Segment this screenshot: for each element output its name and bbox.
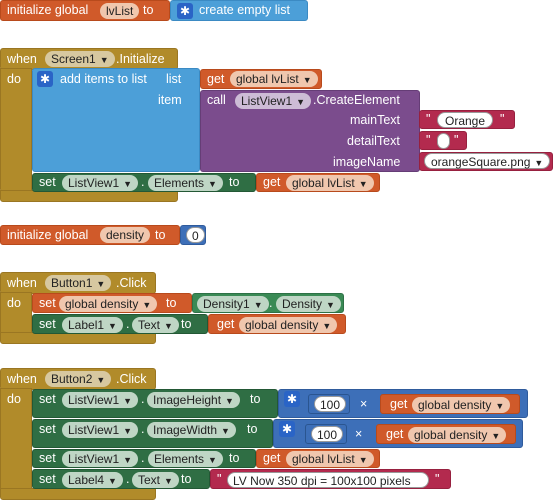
init-global-label: initialize global (7, 3, 89, 17)
do-label: do (7, 72, 21, 86)
to-label: to (229, 451, 240, 465)
set-label: set (39, 392, 56, 406)
dot-label: . (141, 422, 145, 436)
quote-close: " (500, 112, 505, 126)
global-lvlist-dropdown[interactable]: global lvList ▼ (286, 175, 374, 191)
set-label: set (39, 317, 56, 331)
empty-text-field[interactable] (437, 133, 450, 149)
detailtext-label: detailText (347, 134, 400, 148)
orange-text-field[interactable]: Orange (437, 112, 493, 128)
global-density-dropdown[interactable]: global density ▼ (408, 427, 507, 443)
listview1-dropdown[interactable]: ListView1 ▼ (62, 392, 139, 408)
quote-open: " (426, 112, 431, 126)
set-label: set (39, 472, 56, 486)
dot-label: . (141, 175, 145, 189)
event-name: .Click (116, 372, 147, 386)
add-items-label: add items to list (60, 72, 147, 86)
number-100-field[interactable]: 100 (311, 426, 344, 442)
maintext-label: mainText (350, 113, 401, 127)
global-density-dropdown[interactable]: global density ▼ (239, 317, 338, 333)
quote-open: " (426, 133, 431, 147)
create-element-label: .CreateElement (313, 93, 400, 107)
global-lvlist-dropdown[interactable]: global lvList ▼ (230, 71, 318, 87)
quote-close: " (435, 472, 440, 486)
event-name: .Initialize (116, 52, 165, 66)
number-zero-field[interactable]: 0 (186, 227, 205, 243)
when-label: when (7, 52, 37, 66)
to-label: to (181, 317, 192, 331)
get-label: get (263, 175, 281, 189)
set-label: set (39, 422, 56, 436)
global-density-dropdown[interactable]: global density ▼ (59, 296, 158, 312)
button1-dropdown[interactable]: Button1 ▼ (45, 275, 112, 291)
get-label: get (386, 427, 404, 441)
var-name-density[interactable]: density (100, 227, 151, 243)
listview1-dropdown[interactable]: ListView1 ▼ (235, 93, 312, 109)
to-label: to (247, 422, 258, 436)
text-prop-dropdown[interactable]: Text ▼ (132, 472, 179, 488)
dot-label: . (269, 296, 273, 310)
elements-dropdown[interactable]: Elements ▼ (148, 451, 223, 467)
to-label: to (181, 472, 192, 486)
dot-label: . (126, 472, 130, 486)
gear-icon[interactable]: ✱ (37, 71, 53, 87)
var-name-lvlist[interactable]: lvList (100, 3, 140, 19)
init-global-label: initialize global (7, 228, 89, 242)
to-label: to (250, 392, 261, 406)
button2-dropdown[interactable]: Button2 ▼ (45, 371, 112, 387)
event-name: .Click (116, 276, 147, 290)
when-label: when (7, 372, 37, 386)
density1-dropdown[interactable]: Density1 ▼ (197, 296, 269, 312)
quote-close: " (454, 133, 459, 147)
dot-label: . (141, 451, 145, 465)
string-field[interactable]: LV Now 350 dpi = 100x100 pixels (227, 472, 429, 488)
get-label: get (217, 317, 235, 331)
imagename-label: imageName (333, 155, 401, 169)
to-label: to (166, 296, 177, 310)
call-label: call (207, 93, 226, 107)
do-label: do (7, 392, 21, 406)
create-empty-list-label: create empty list (199, 3, 291, 17)
get-label: get (263, 451, 281, 465)
imagewidth-dropdown[interactable]: ImageWidth ▼ (147, 422, 236, 438)
do-label: do (7, 296, 21, 310)
global-lvlist-dropdown[interactable]: global lvList ▼ (286, 451, 374, 467)
screen1-dropdown[interactable]: Screen1 ▼ (45, 51, 115, 67)
text-prop-dropdown[interactable]: Text ▼ (132, 317, 179, 333)
set-label: set (39, 175, 56, 189)
times-label: × (360, 397, 368, 411)
label1-dropdown[interactable]: Label1 ▼ (62, 317, 123, 333)
imageheight-dropdown[interactable]: ImageHeight ▼ (147, 392, 240, 408)
to-label: to (229, 175, 240, 189)
when-label: when (7, 276, 37, 290)
event-bottom (0, 488, 156, 500)
gear-icon[interactable]: ✱ (284, 391, 300, 407)
dot-label: . (141, 392, 145, 406)
times-label: × (355, 427, 363, 441)
listview1-dropdown[interactable]: ListView1 ▼ (62, 175, 139, 191)
set-label: set (39, 296, 56, 310)
elements-dropdown[interactable]: Elements ▼ (148, 175, 223, 191)
list-socket-label: list (166, 72, 182, 86)
density-prop-dropdown[interactable]: Density ▼ (276, 296, 341, 312)
listview1-dropdown[interactable]: ListView1 ▼ (62, 451, 139, 467)
listview1-dropdown[interactable]: ListView1 ▼ (62, 422, 139, 438)
to-label: to (143, 3, 154, 17)
image-file-dropdown[interactable]: orangeSquare.png ▼ (424, 153, 551, 169)
get-label: get (207, 72, 225, 86)
dot-label: . (126, 317, 130, 331)
gear-icon[interactable]: ✱ (279, 421, 295, 437)
label4-dropdown[interactable]: Label4 ▼ (62, 472, 123, 488)
gear-icon[interactable]: ✱ (177, 3, 193, 19)
quote-open: " (217, 472, 222, 486)
set-label: set (39, 451, 56, 465)
number-100-field[interactable]: 100 (314, 396, 347, 412)
get-label: get (390, 397, 408, 411)
to-label: to (155, 228, 166, 242)
item-socket-label: item (158, 93, 182, 107)
global-density-dropdown[interactable]: global density ▼ (412, 397, 511, 413)
